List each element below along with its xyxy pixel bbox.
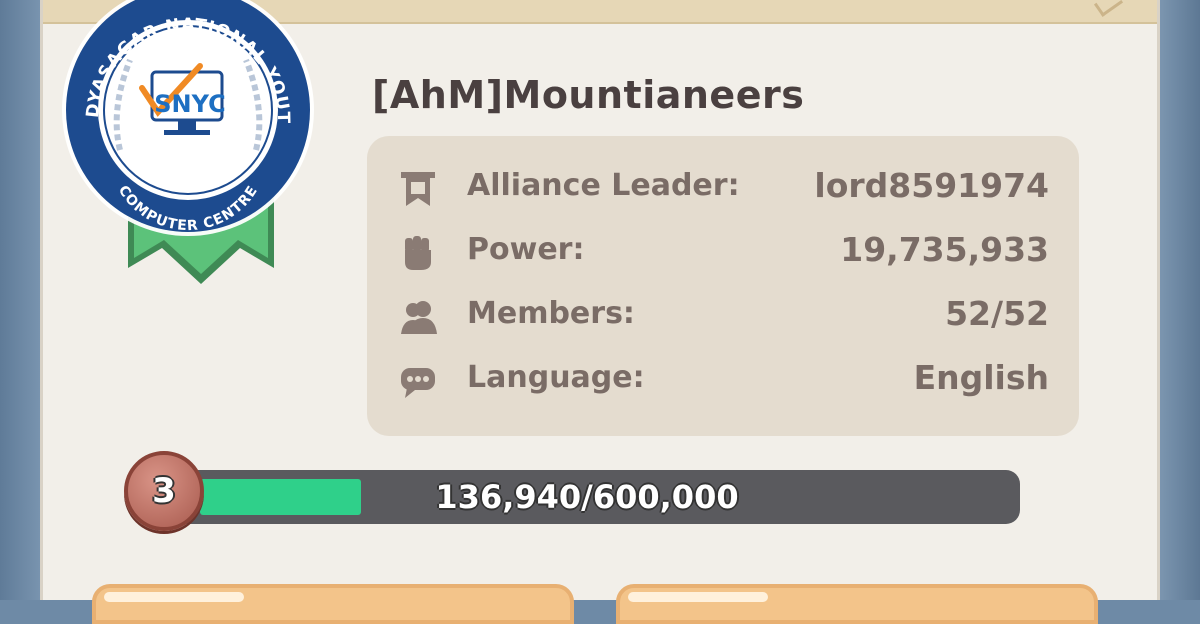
alliance-level-badge: 3 [124, 451, 204, 531]
info-row-members: Members: 52/52 [367, 284, 1079, 344]
banner-icon [397, 168, 439, 210]
info-label-language: Language: [467, 360, 645, 395]
alliance-info-box: Alliance Leader: lord8591974 Power: 19,7… [367, 136, 1079, 436]
alliance-leader-value[interactable]: lord8591974 [814, 156, 1049, 216]
bottom-left-button[interactable] [92, 584, 574, 624]
background-right [1158, 0, 1200, 600]
info-label-leader: Alliance Leader: [467, 168, 740, 203]
info-label-power: Power: [467, 232, 585, 267]
info-row-power: Power: 19,735,933 [367, 220, 1079, 280]
background-left [0, 0, 42, 600]
alliance-power-value: 19,735,933 [840, 230, 1049, 269]
chat-icon [397, 360, 439, 402]
alliance-exp-text: 136,940/600,000 [435, 478, 739, 516]
info-row-language: Language: English [367, 348, 1079, 408]
fist-icon [397, 232, 439, 274]
members-icon [397, 296, 439, 338]
info-row-leader: Alliance Leader: lord8591974 [367, 156, 1079, 216]
bottom-right-button[interactable] [616, 584, 1098, 624]
alliance-exp-bar: 136,940/600,000 [154, 470, 1020, 524]
alliance-language-value: English [913, 358, 1049, 397]
svg-text:SNYC: SNYC [154, 90, 226, 118]
watermark-logo: VIDYASAGAR NATIONAL YOUTH COMPUTER CENTR… [42, 0, 326, 236]
alliance-level-number: 3 [152, 471, 176, 511]
info-label-members: Members: [467, 296, 635, 331]
alliance-name: [AhM]Mountianeers [372, 73, 805, 117]
alliance-members-value: 52/52 [945, 294, 1049, 333]
